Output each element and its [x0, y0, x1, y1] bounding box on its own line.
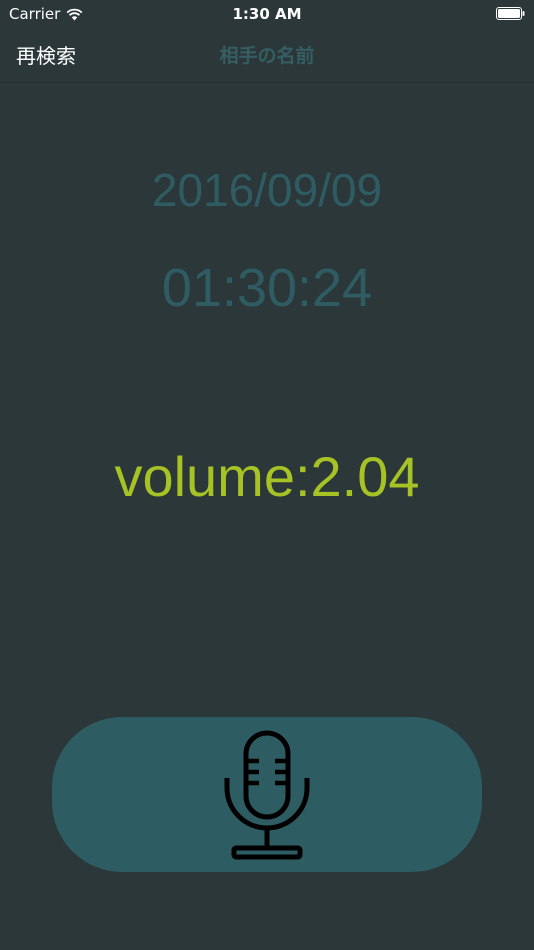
date-display: 2016/09/09	[151, 164, 383, 216]
microphone-icon	[224, 730, 310, 859]
app-screen: Carrier 1:30 AM 再検索 相手の名前 2016/09/09 01:…	[0, 0, 534, 950]
battery-icon	[496, 7, 525, 20]
volume-display: volume:2.04	[114, 445, 420, 508]
nav-title: 相手の名前	[219, 45, 315, 67]
record-button[interactable]	[52, 717, 482, 872]
status-bar: Carrier 1:30 AM	[0, 0, 534, 28]
time-display: 01:30:24	[161, 258, 373, 318]
status-time: 1:30 AM	[232, 5, 302, 23]
navigation-bar: 再検索 相手の名前	[0, 28, 534, 83]
